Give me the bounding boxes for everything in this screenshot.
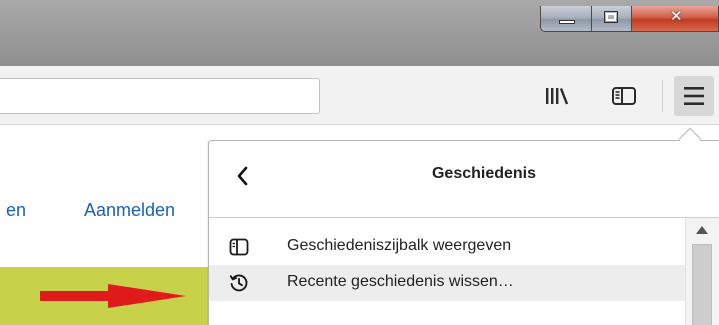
window-controls: ✕ <box>540 6 719 32</box>
sidebar-icon <box>229 238 249 256</box>
page-link-en[interactable]: en <box>6 200 26 221</box>
maximize-button[interactable] <box>592 6 632 32</box>
history-clock-icon <box>229 274 248 292</box>
scrollbar-thumb[interactable] <box>692 244 712 325</box>
scroll-up-arrow-icon[interactable] <box>696 226 708 234</box>
navigation-toolbar <box>0 66 719 125</box>
minimize-icon <box>559 20 575 24</box>
minimize-button[interactable] <box>540 6 592 32</box>
panel-scrollbar[interactable] <box>685 218 719 325</box>
maximize-icon <box>604 11 618 23</box>
panel-title: Geschiedenis <box>431 165 537 182</box>
toolbar-separator <box>662 80 663 112</box>
title-bar: ✕ <box>0 0 719 66</box>
close-button[interactable]: ✕ <box>632 6 719 32</box>
close-icon: ✕ <box>670 7 683 25</box>
menu-item-clear-recent-history[interactable]: Recente geschiedenis wissen… <box>209 265 685 301</box>
page-link-aanmelden[interactable]: Aanmelden <box>84 200 175 221</box>
menu-item-label: Geschiedeniszijbalk weergeven <box>287 237 512 254</box>
back-arrow-icon[interactable] <box>227 159 261 193</box>
panel-header: Geschiedenis <box>209 141 719 217</box>
panel-divider <box>209 217 719 218</box>
menu-item-show-history-sidebar[interactable]: Geschiedeniszijbalk weergeven <box>209 229 685 265</box>
sidebar-icon[interactable] <box>609 81 639 111</box>
history-panel: Geschiedenis Geschiedeniszijbalk weergev… <box>208 140 719 325</box>
menu-item-label: Recente geschiedenis wissen… <box>287 273 514 290</box>
hamburger-menu-icon[interactable] <box>674 76 714 116</box>
browser-window: ✕ en Aanmelden Geschiedenis Geschiedenis… <box>0 0 719 325</box>
annotation-arrow <box>40 284 186 308</box>
library-icon[interactable] <box>542 81 572 111</box>
address-bar[interactable] <box>0 78 320 114</box>
history-menu-list: Geschiedeniszijbalk weergeven Recente ge… <box>209 229 685 301</box>
